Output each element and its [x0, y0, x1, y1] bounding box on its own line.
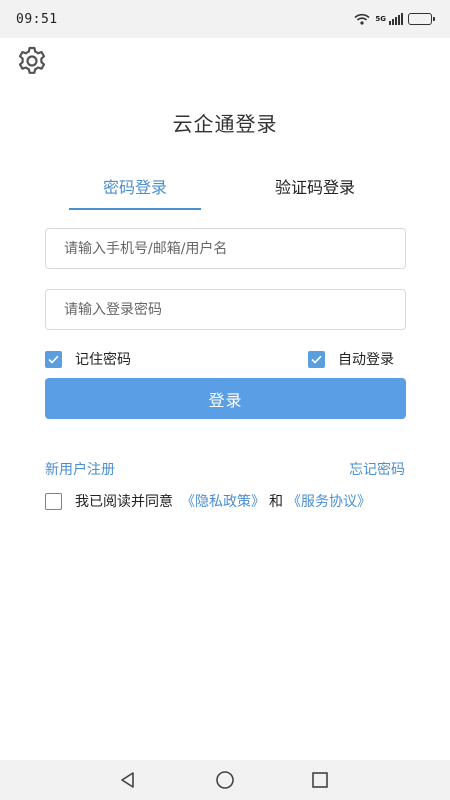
agreement-row: 我已阅读并同意 《隐私政策》 和 《服务协议》 [45, 491, 371, 511]
login-button[interactable]: 登录 [45, 378, 406, 419]
settings-button[interactable] [15, 46, 49, 80]
status-icons: 5G [354, 10, 435, 29]
tab-password-login[interactable]: 密码登录 [69, 174, 201, 198]
password-input[interactable] [45, 289, 406, 330]
username-input[interactable] [45, 228, 406, 269]
forgot-password-link[interactable]: 忘记密码 [349, 459, 405, 479]
gear-icon [16, 45, 48, 81]
agreement-checkbox[interactable] [45, 492, 62, 510]
service-agreement-link[interactable]: 《服务协议》 [287, 491, 371, 511]
remember-password-label: 记住密码 [75, 352, 131, 368]
status-time: 09:51 [16, 12, 58, 27]
page-title: 云企通登录 [172, 112, 278, 136]
checkbox-checked-icon [308, 350, 325, 368]
remember-password-checkbox[interactable]: 记住密码 [45, 349, 131, 369]
home-icon[interactable] [215, 770, 235, 790]
wifi-icon [354, 10, 370, 29]
agreement-text: 我已阅读并同意 [75, 494, 173, 510]
back-icon[interactable] [118, 770, 138, 790]
signal-icon [389, 13, 403, 25]
privacy-policy-link[interactable]: 《隐私政策》 [181, 491, 265, 511]
tab-code-login[interactable]: 验证码登录 [250, 174, 380, 198]
agreement-and: 和 [269, 494, 283, 510]
checkbox-checked-icon [45, 350, 62, 368]
status-bar: 09:51 5G [0, 0, 450, 38]
network-type: 5G [375, 14, 386, 23]
auto-login-checkbox[interactable]: 自动登录 [308, 349, 394, 369]
auto-login-label: 自动登录 [338, 352, 394, 368]
recent-apps-icon[interactable] [310, 770, 330, 790]
active-tab-indicator [69, 208, 201, 210]
register-link[interactable]: 新用户注册 [45, 459, 115, 479]
battery-icon [408, 13, 435, 25]
system-nav-bar [0, 760, 450, 800]
